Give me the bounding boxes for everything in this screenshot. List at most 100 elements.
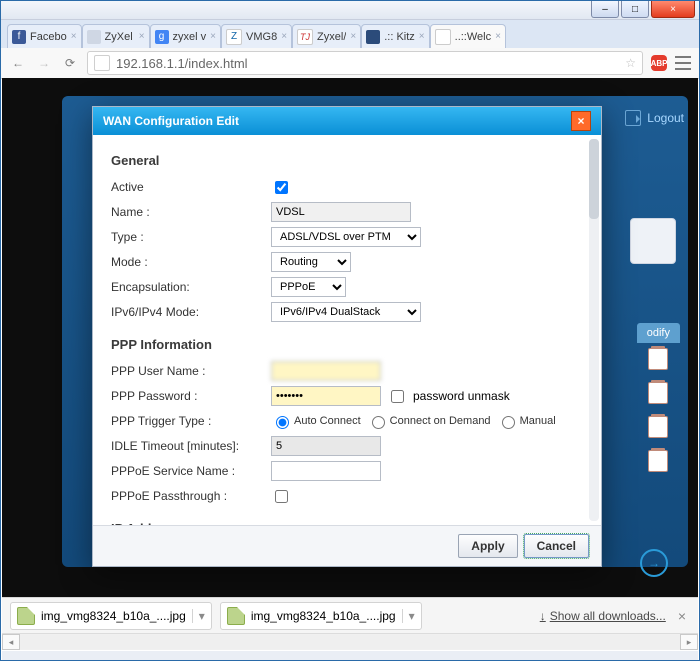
- nav-reload-button[interactable]: ⟳: [61, 54, 79, 72]
- tab-close-icon[interactable]: ×: [139, 31, 145, 42]
- router-side-button[interactable]: [630, 218, 676, 264]
- delete-icons-column: [648, 348, 668, 472]
- download-filename: img_vmg8324_b10a_....jpg: [251, 609, 396, 623]
- label-service-name: PPPoE Service Name :: [111, 464, 271, 478]
- trash-icon[interactable]: [648, 382, 668, 404]
- adblock-extension-icon[interactable]: ABP: [651, 55, 667, 71]
- section-ppp: PPP Information: [111, 337, 583, 352]
- dialog-body: General Active Name : Type : ADSL/VDSL o…: [93, 135, 601, 525]
- url-text: 192.168.1.1/index.html: [116, 56, 619, 71]
- label-type: Type :: [111, 230, 271, 244]
- show-all-label: Show all downloads...: [550, 609, 666, 623]
- trash-icon[interactable]: [648, 348, 668, 370]
- name-input[interactable]: [271, 202, 411, 222]
- download-arrow-icon: ↓: [540, 609, 546, 623]
- favicon-z-icon: Z: [226, 29, 242, 45]
- mode-select[interactable]: Routing: [271, 252, 351, 272]
- trigger-demand-radio[interactable]: Connect on Demand: [367, 413, 491, 429]
- tab-close-icon[interactable]: ×: [350, 31, 356, 42]
- favicon-blank-icon: [435, 29, 451, 45]
- ppp-username-input[interactable]: [271, 361, 381, 381]
- download-item[interactable]: img_vmg8324_b10a_....jpg ▾: [10, 602, 212, 630]
- active-checkbox[interactable]: [275, 181, 288, 194]
- tab-close-icon[interactable]: ×: [210, 31, 216, 42]
- tab-label: .:: Kitz: [384, 31, 415, 43]
- tab-close-icon[interactable]: ×: [495, 31, 501, 42]
- modify-column-header: odify: [637, 323, 680, 343]
- scroll-right-icon[interactable]: ▸: [680, 634, 698, 650]
- dialog-title: WAN Configuration Edit: [103, 114, 239, 128]
- type-select[interactable]: ADSL/VDSL over PTM: [271, 227, 421, 247]
- scroll-left-icon[interactable]: ◂: [2, 634, 20, 650]
- image-file-icon: [227, 607, 245, 625]
- logout-icon: [625, 110, 641, 126]
- tab-close-icon[interactable]: ×: [281, 31, 287, 42]
- tab-label: zyxel v: [173, 31, 207, 43]
- tab-kitz[interactable]: .:: Kitz ×: [361, 24, 429, 48]
- window-maximize-button[interactable]: □: [621, 1, 649, 18]
- tab-google-search[interactable]: g zyxel v ×: [150, 24, 221, 48]
- label-idle-timeout: IDLE Timeout [minutes]:: [111, 439, 271, 453]
- label-ppp-pass: PPP Password :: [111, 389, 271, 403]
- download-menu-chevron-icon[interactable]: ▾: [192, 609, 205, 623]
- browser-menu-button[interactable]: [675, 56, 691, 70]
- trigger-manual-radio[interactable]: Manual: [497, 413, 556, 429]
- page-viewport: Logout odify → WAN Configuration Edit × …: [2, 78, 698, 597]
- downloads-shelf: img_vmg8324_b10a_....jpg ▾ img_vmg8324_b…: [2, 597, 698, 634]
- dialog-footer: Apply Cancel: [93, 525, 601, 566]
- trash-icon[interactable]: [648, 450, 668, 472]
- cancel-button[interactable]: Cancel: [524, 534, 589, 558]
- tab-label: ..::Welc: [455, 31, 491, 43]
- window-minimize-button[interactable]: –: [591, 1, 619, 18]
- encapsulation-select[interactable]: PPPoE: [271, 277, 346, 297]
- tab-close-icon[interactable]: ×: [419, 31, 425, 42]
- scroll-track[interactable]: [20, 635, 680, 649]
- label-password-unmask: password unmask: [413, 389, 510, 403]
- browser-horizontal-scrollbar[interactable]: ◂ ▸: [2, 633, 698, 650]
- service-name-input[interactable]: [271, 461, 381, 481]
- ppp-password-input[interactable]: [271, 386, 381, 406]
- password-unmask-checkbox[interactable]: [391, 390, 404, 403]
- page-icon: [94, 55, 110, 71]
- label-ppp-trigger: PPP Trigger Type :: [111, 414, 271, 428]
- downloads-shelf-close-button[interactable]: ×: [674, 608, 690, 624]
- apply-button[interactable]: Apply: [458, 534, 517, 558]
- address-bar[interactable]: 192.168.1.1/index.html ☆: [87, 51, 643, 75]
- bookmark-star-icon[interactable]: ☆: [625, 56, 636, 70]
- os-titlebar: – □ ×: [1, 1, 699, 20]
- label-ppp-user: PPP User Name :: [111, 364, 271, 378]
- download-menu-chevron-icon[interactable]: ▾: [402, 609, 415, 623]
- favicon-kitz-icon: [366, 30, 380, 44]
- dialog-titlebar: WAN Configuration Edit ×: [93, 107, 601, 135]
- next-arrow-button[interactable]: →: [640, 549, 668, 577]
- download-filename: img_vmg8324_b10a_....jpg: [41, 609, 186, 623]
- idle-timeout-input[interactable]: [271, 436, 381, 456]
- tab-router-admin[interactable]: ..::Welc ×: [430, 24, 506, 48]
- logout-label: Logout: [647, 111, 684, 125]
- download-item[interactable]: img_vmg8324_b10a_....jpg ▾: [220, 602, 422, 630]
- trigger-auto-radio[interactable]: Auto Connect: [271, 413, 361, 429]
- favicon-tj-icon: TJ: [297, 29, 313, 45]
- tab-vmg8[interactable]: Z VMG8 ×: [221, 24, 292, 48]
- tab-facebook[interactable]: f Facebo ×: [7, 24, 82, 48]
- tab-close-icon[interactable]: ×: [71, 31, 77, 42]
- label-ipmode: IPv6/IPv4 Mode:: [111, 305, 271, 319]
- section-general: General: [111, 153, 583, 168]
- trash-icon[interactable]: [648, 416, 668, 438]
- window-close-button[interactable]: ×: [651, 1, 695, 18]
- nav-back-button[interactable]: ←: [9, 54, 27, 72]
- passthrough-checkbox[interactable]: [275, 490, 288, 503]
- ipmode-select[interactable]: IPv6/IPv4 DualStack: [271, 302, 421, 322]
- browser-toolbar: ← → ⟳ 192.168.1.1/index.html ☆ ABP: [1, 48, 699, 79]
- favicon-facebook-icon: f: [12, 30, 26, 44]
- logout-link[interactable]: Logout: [625, 110, 684, 126]
- tab-label: ZyXel: [105, 31, 135, 43]
- tab-label: Zyxel/: [317, 31, 346, 43]
- tab-tj-zyxel[interactable]: TJ Zyxel/ ×: [292, 24, 361, 48]
- dialog-close-button[interactable]: ×: [571, 111, 591, 131]
- favicon-zyxel-icon: [87, 30, 101, 44]
- show-all-downloads-link[interactable]: ↓ Show all downloads...: [540, 609, 666, 623]
- nav-forward-button: →: [35, 54, 53, 72]
- section-ip-address: IP Address: [111, 521, 583, 525]
- tab-zyxel-1[interactable]: ZyXel ×: [82, 24, 150, 48]
